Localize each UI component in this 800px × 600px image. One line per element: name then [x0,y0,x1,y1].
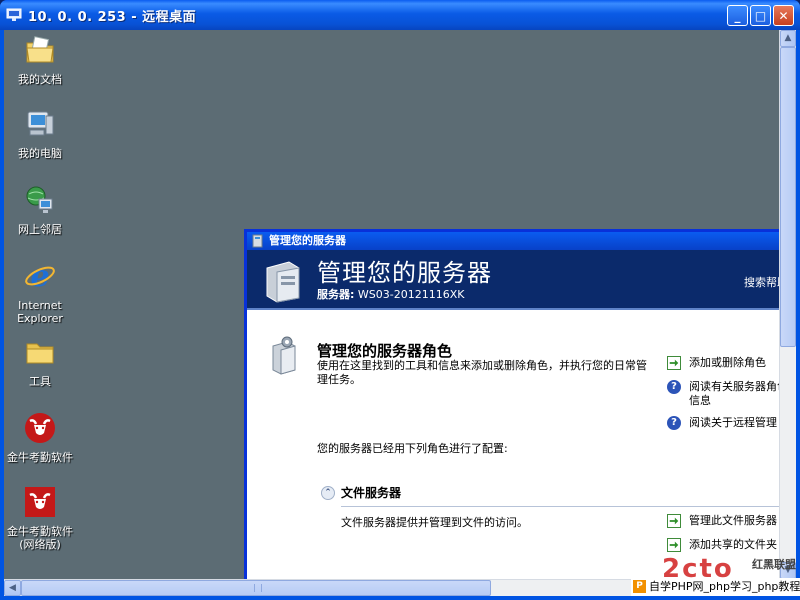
manage-server-body: 管理您的服务器角色 使用在这里找到的工具和信息来添加或删除角色，并执行您的日常管… [247,310,779,579]
horizontal-scroll-thumb[interactable] [21,580,491,596]
server-name-value: WS03-20121116XK [357,288,465,301]
green-arrow-icon [667,538,681,552]
bull-app-icon [25,413,55,443]
desktop-icon-tools-folder[interactable]: 工具 [4,336,76,388]
action-label: 管理此文件服务器 [689,514,777,527]
scroll-grip [254,584,262,592]
scroll-up-button[interactable]: ▲ [780,30,796,47]
collapse-file-server-button[interactable]: ⌃ [321,486,335,500]
watermark-p-icon: P [633,580,646,593]
desktop-icon-label: 网上邻居 [18,223,62,236]
help-icon: ? [667,416,681,430]
vertical-scrollbar[interactable]: ▲ ▼ [779,30,796,579]
action-label: 添加共享的文件夹 [689,538,777,551]
manage-server-heading: 管理您的服务器 [317,259,492,287]
remote-desktop-area: 我的文档 我的电脑 网上邻居 e Internet Explorer 工具 金牛… [4,30,779,579]
my-documents-icon [26,36,54,63]
watermark-bar: P 自学PHP网_php学习_php教程 [631,578,800,596]
watermark-logo-text: 红黑联盟 [752,558,796,571]
desktop-icon-label: 工具 [29,375,51,388]
vertical-scroll-thumb[interactable] [780,47,796,347]
green-arrow-icon [667,514,681,528]
desktop-icon-label: 金牛考勤软件(网络版) [7,525,73,551]
folder-icon [26,343,54,364]
maximize-button[interactable]: □ [750,5,771,26]
server-roles-description: 使用在这里找到的工具和信息来添加或删除角色，并执行您的日常管理任务。 [317,359,647,386]
desktop-icon-label: Internet Explorer [17,299,63,325]
bull-app-network-icon [25,487,55,517]
read-remote-admin-link[interactable]: ? 阅读关于远程管理 [667,416,779,430]
remote-desktop-window: 10. 0. 0. 253 - 远程桌面 _ □ ✕ 我的文档 我的电脑 网上邻… [0,0,800,600]
file-server-divider [341,506,779,507]
desktop-icon-my-documents[interactable]: 我的文档 [4,34,76,86]
action-label: 添加或删除角色 [689,356,766,369]
manage-server-title-bar[interactable]: 管理您的服务器 [247,232,779,250]
server-name-row: 服务器: WS03-20121116XK [317,286,464,302]
network-places-icon [26,186,53,213]
server-roles-title: 管理您的服务器角色 [317,342,453,360]
minimize-button[interactable]: _ [727,5,748,26]
add-remove-role-link[interactable]: 添加或删除角色 [667,356,779,370]
scroll-left-button[interactable]: ◀ [4,580,21,596]
file-server-title: 文件服务器 [341,486,402,500]
close-button[interactable]: ✕ [773,5,794,26]
desktop-icon-label: 金牛考勤软件 [7,451,73,464]
watermark-logo: 2cto [662,555,734,579]
title-bar[interactable]: 10. 0. 0. 253 - 远程桌面 _ □ ✕ [0,0,800,30]
watermark-bar-text: 自学PHP网_php学习_php教程 [649,580,800,593]
desktop-icon-label: 我的文档 [18,73,62,86]
svg-text:2cto: 2cto [662,555,734,579]
server-name-label: 服务器: [317,288,355,301]
svg-text:e: e [30,260,49,292]
search-help-link[interactable]: 搜索帮助 [744,274,779,290]
internet-explorer-icon: e [25,259,55,294]
desktop-icon-label: 我的电脑 [18,147,62,160]
desktop-icon-network-places[interactable]: 网上邻居 [4,184,76,236]
manage-server-window: 管理您的服务器 管理您的服务器 服务器: WS03-20121116XK 搜索帮… [244,229,779,579]
desktop-icon-internet-explorer[interactable]: e Internet Explorer [4,259,76,325]
remote-desktop-icon [6,8,22,21]
desktop-icon-attendance-app[interactable]: 金牛考勤软件 [4,412,76,464]
window-title: 10. 0. 0. 253 - 远程桌面 [28,10,197,25]
server-icon [252,234,263,248]
file-server-description: 文件服务器提供并管理到文件的访问。 [341,516,528,529]
action-label: 阅读关于远程管理 [689,416,777,429]
configured-roles-text: 您的服务器已经用下列角色进行了配置: [317,442,508,455]
help-icon: ? [667,380,681,394]
server-tower-icon [266,261,300,303]
manage-file-server-link[interactable]: 管理此文件服务器 [667,514,779,528]
action-label: 阅读有关服务器角色信息 [689,380,779,407]
server-roles-icon [272,336,296,375]
green-arrow-icon [667,356,681,370]
desktop-icon-attendance-app-network[interactable]: 金牛考勤软件(网络版) [4,486,76,551]
manage-server-header: 管理您的服务器 服务器: WS03-20121116XK 搜索帮助 [247,250,779,310]
desktop-icon-my-computer[interactable]: 我的电脑 [4,108,76,160]
read-server-roles-link[interactable]: ? 阅读有关服务器角色信息 [667,380,779,408]
my-computer-icon [27,111,54,136]
add-shared-folder-link[interactable]: 添加共享的文件夹 [667,538,779,552]
manage-server-title: 管理您的服务器 [269,234,346,247]
